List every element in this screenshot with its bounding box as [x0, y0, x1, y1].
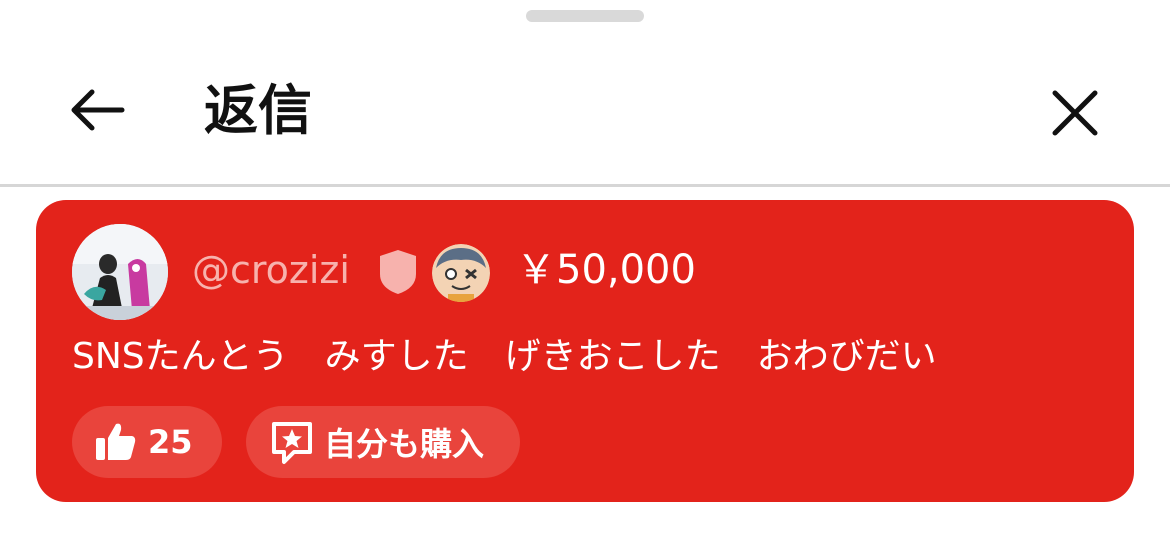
member-sticker [432, 244, 490, 302]
page-title: 返信 [204, 79, 312, 142]
close-button[interactable] [1044, 82, 1106, 144]
avatar-photo-icon [72, 224, 168, 320]
arrow-left-icon [71, 89, 125, 131]
comment-message: SNSたんとう みすした げきおこした おわびだい [72, 336, 937, 377]
buy-too-button[interactable]: 自分も購入 [246, 406, 520, 478]
moderator-shield-icon [380, 250, 416, 294]
sheet-header: 返信 [0, 0, 1170, 186]
buy-too-label: 自分も購入 [324, 425, 485, 463]
like-button[interactable]: 25 [72, 406, 222, 478]
character-sticker-icon [432, 244, 490, 302]
thumbs-up-icon [94, 420, 138, 464]
comment-username[interactable]: @crozizi [192, 244, 350, 296]
like-count: 25 [148, 423, 193, 461]
close-icon [1052, 90, 1098, 136]
super-chat-amount: ￥50,000 [516, 247, 696, 293]
super-chat-card: @crozizi ￥50,000 SNSたんとう みすした げきおこした おわび… [36, 200, 1134, 502]
avatar[interactable] [72, 224, 168, 320]
moderator-badge [376, 248, 420, 296]
star-chat-icon [268, 418, 316, 466]
back-button[interactable] [60, 80, 132, 140]
header-divider [0, 184, 1170, 187]
